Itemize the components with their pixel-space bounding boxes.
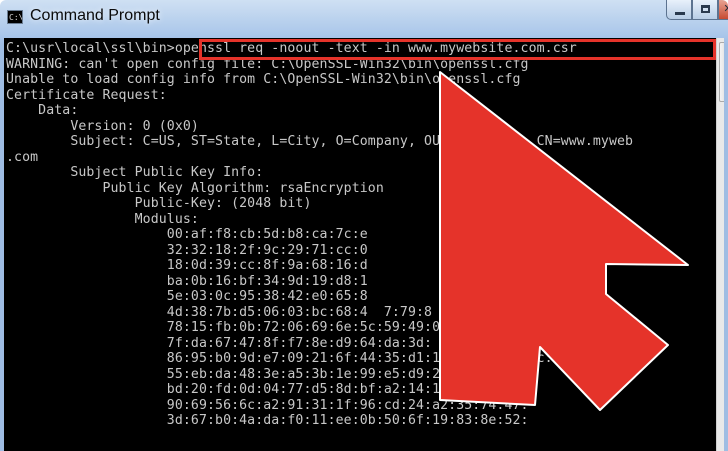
console-line: 4d:38:7b:d5:06:03:bc:68:4 7:79:8 :b8: — [6, 304, 529, 320]
console-line: Subject: C=US, ST=State, L=City, O=Compa… — [6, 134, 634, 149]
command-line: C:\usr\local\ssl\bin>openssl req -noout … — [6, 41, 577, 56]
maximize-icon — [701, 5, 710, 13]
minimize-button[interactable] — [666, 0, 692, 20]
close-icon: ✕ — [719, 0, 728, 19]
console-line: .com — [6, 149, 39, 165]
console-line: 86:95:b0:9d:e7:09:21:6f:44:35:d1:1a:c :9… — [6, 351, 553, 366]
console-line: 78:15:fb:0b:72:06:69:6e:5c:59:49:08 :e6: — [6, 320, 553, 335]
console-line: 7f:da:67:47:8f:f7:8e:d9:64:da:3d: :78: — [6, 335, 537, 351]
console-line: ba:0b:16:bf:34:9d:19:d8:1 :d0: — [6, 273, 513, 289]
console-line: 32:32:18:2f:9c:29:71:cc:0 :2e:18: — [6, 242, 537, 258]
command-prompt-window: C:\. Command Prompt ✕ C:\usr\local\ssl\b… — [0, 0, 728, 451]
console-line: Data: — [6, 103, 79, 118]
console-area[interactable]: C:\usr\local\ssl\bin>openssl req -noout … — [4, 38, 724, 451]
console-line: 3d:67:b0:4a:da:f0:11:ee:0b:50:6f:19:83:8… — [6, 413, 529, 428]
minimize-icon — [675, 12, 685, 15]
vertical-scrollbar[interactable] — [716, 38, 724, 451]
console-line: Public Key Algorithm: rsaEncryption — [6, 180, 384, 196]
console-line: bd:20:fd:0d:04:77:d5:8d:bf:a2:14:1b:32:6… — [6, 382, 529, 397]
console-line: Modulus: — [6, 211, 199, 227]
close-button[interactable]: ✕ — [718, 0, 728, 20]
console-line: Public-Key: (2048 bit) — [6, 196, 312, 211]
console-line: Version: 0 (0x0) — [6, 118, 199, 134]
console-line: 18:0d:39:cc:8f:9a:68:16:d 48:07: — [6, 258, 529, 273]
scrollbar-thumb[interactable] — [719, 42, 724, 102]
console-line: WARNING: can't open config file: C:\Open… — [6, 56, 529, 72]
window-title: Command Prompt — [30, 7, 160, 24]
title-bar[interactable]: C:\. Command Prompt ✕ — [0, 0, 728, 36]
cmd-icon[interactable]: C:\. — [7, 10, 23, 24]
console-line: Subject Public Key Info: — [6, 165, 264, 180]
console-line: Certificate Request: — [6, 87, 167, 103]
console-line: 90:69:56:6c:a2:91:31:1f:96:cd:24:a2:35:7… — [6, 397, 529, 413]
maximize-button[interactable] — [692, 0, 718, 20]
console-line: Unable to load config info from C:\OpenS… — [6, 72, 521, 87]
console-output: C:\usr\local\ssl\bin>openssl req -noout … — [6, 41, 633, 429]
console-line: 00:af:f8:cb:5d:b8:ca:7c:e — [6, 227, 368, 242]
console-line: 55:eb:da:48:3e:a5:3b:1e:99:e5:d9:21:da:0… — [6, 366, 529, 382]
console-line: 5e:03:0c:95:38:42:e0:65:8 bf:2 :73: — [6, 289, 529, 304]
